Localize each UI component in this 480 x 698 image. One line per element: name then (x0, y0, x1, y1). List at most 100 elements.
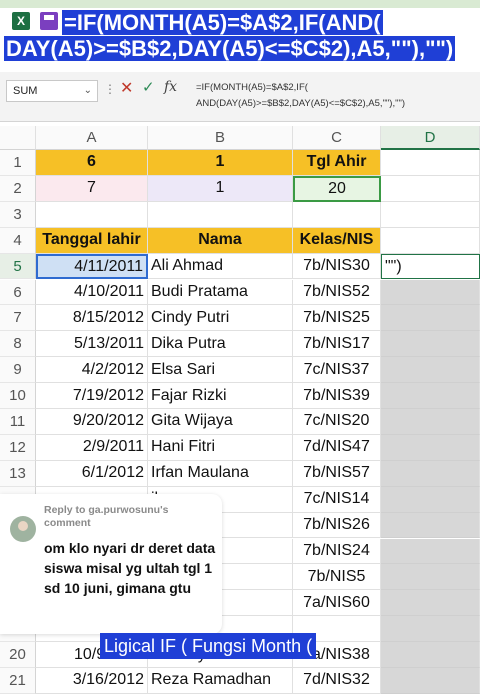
row-header[interactable]: 3 (0, 201, 36, 228)
result-cell[interactable] (381, 383, 480, 409)
more-icon[interactable]: ⋮ (104, 82, 116, 96)
birthdate-cell[interactable]: 2/9/2011 (36, 434, 148, 461)
result-cell[interactable] (381, 590, 480, 617)
name-cell[interactable]: Fajar Rizki (148, 383, 293, 409)
birthdate-cell[interactable]: 4/11/2011 (36, 253, 148, 280)
class-cell[interactable]: 7b/NIS52 (293, 279, 381, 306)
birthdate-cell[interactable]: 8/15/2012 (36, 305, 148, 332)
row-header[interactable]: 1 (0, 150, 36, 176)
name-cell[interactable]: Reza Ramadhan (148, 668, 293, 694)
cell[interactable] (381, 227, 480, 254)
table-header-class[interactable]: Kelas/NIS (293, 227, 381, 254)
result-cell[interactable] (381, 331, 480, 358)
row-header[interactable]: 12 (0, 434, 36, 461)
birthdate-cell[interactable]: 4/10/2011 (36, 279, 148, 306)
class-cell[interactable]: 7b/NIS30 (293, 253, 381, 280)
class-cell[interactable]: 7b/NIS25 (293, 305, 381, 332)
name-cell[interactable]: Irfan Maulana (148, 460, 293, 487)
column-header-b[interactable]: B (148, 126, 293, 150)
row-header[interactable]: 21 (0, 668, 36, 694)
formula-edit-cell[interactable]: "") (381, 253, 480, 280)
row-header[interactable]: 7 (0, 305, 36, 332)
name-cell[interactable]: Budi Pratama (148, 279, 293, 306)
table-header-name[interactable]: Nama (148, 227, 293, 254)
column-header-a[interactable]: A (36, 126, 148, 150)
video-caption: Ligical IF ( Fungsi Month ( (100, 633, 317, 659)
result-cell[interactable] (381, 642, 480, 668)
criteria-day-end-label[interactable]: Tgl Ahir (293, 150, 381, 176)
cell[interactable] (381, 175, 480, 202)
formula-input[interactable]: =IF(MONTH(A5)=$A$2,IF( AND(DAY(A5)>=$B$2… (196, 80, 476, 112)
result-cell[interactable] (381, 305, 480, 332)
formula-title: =IF(MONTH(A5)=$A$2,IF(AND( DAY(A5)>=$B$2… (4, 10, 456, 61)
criteria-day-start-label[interactable]: 1 (148, 150, 293, 176)
result-cell[interactable] (381, 279, 480, 306)
cell[interactable] (293, 201, 381, 228)
result-cell[interactable] (381, 486, 480, 513)
row-header[interactable]: 10 (0, 383, 36, 409)
result-cell[interactable] (381, 460, 480, 487)
class-cell[interactable]: 7b/NIS24 (293, 538, 381, 565)
chevron-down-icon[interactable]: ⌄ (84, 85, 92, 96)
birthdate-cell[interactable]: 3/16/2012 (36, 668, 148, 694)
cell[interactable] (36, 201, 148, 228)
select-all-corner[interactable] (0, 126, 36, 150)
row-header[interactable]: 4 (0, 227, 36, 254)
enter-icon[interactable]: ✓ (142, 78, 155, 96)
class-cell[interactable]: 7b/NIS57 (293, 460, 381, 487)
name-box[interactable]: SUM ⌄ (6, 80, 98, 102)
class-cell[interactable]: 7a/NIS60 (293, 590, 381, 617)
class-cell[interactable]: 7d/NIS47 (293, 434, 381, 461)
save-icon[interactable] (40, 12, 58, 30)
result-cell[interactable] (381, 668, 480, 694)
banner-bar (0, 0, 480, 8)
cell[interactable] (381, 201, 480, 228)
birthdate-cell[interactable]: 5/13/2011 (36, 331, 148, 358)
name-cell[interactable]: Hani Fitri (148, 434, 293, 461)
result-cell[interactable] (381, 616, 480, 643)
row-header[interactable]: 20 (0, 642, 36, 668)
criteria-day-start-value[interactable]: 1 (148, 175, 293, 202)
name-cell[interactable]: Gita Wijaya (148, 409, 293, 435)
class-cell[interactable]: 7c/NIS14 (293, 486, 381, 513)
birthdate-cell[interactable]: 9/20/2012 (36, 409, 148, 435)
result-cell[interactable] (381, 564, 480, 591)
video-title-banner: =IF(MONTH(A5)=$A$2,IF(AND( DAY(A5)>=$B$2… (0, 0, 480, 72)
cell[interactable] (148, 201, 293, 228)
cell[interactable] (381, 150, 480, 176)
row-header[interactable]: 8 (0, 331, 36, 358)
column-header-c[interactable]: C (293, 126, 381, 150)
criteria-month-value[interactable]: 7 (36, 175, 148, 202)
result-cell[interactable] (381, 512, 480, 539)
row-header[interactable]: 6 (0, 279, 36, 306)
row-header[interactable]: 13 (0, 460, 36, 487)
row-header[interactable]: 9 (0, 357, 36, 384)
result-cell[interactable] (381, 434, 480, 461)
birthdate-cell[interactable]: 7/19/2012 (36, 383, 148, 409)
table-header-birthdate[interactable]: Tanggal lahir (36, 227, 148, 254)
birthdate-cell[interactable]: 6/1/2012 (36, 460, 148, 487)
class-cell[interactable]: 7b/NIS26 (293, 512, 381, 539)
row-header[interactable]: 5 (0, 253, 36, 280)
class-cell[interactable]: 7c/NIS37 (293, 357, 381, 384)
criteria-day-end-value[interactable]: 20 (293, 175, 381, 202)
class-cell[interactable]: 7b/NIS17 (293, 331, 381, 358)
class-cell[interactable]: 7b/NIS39 (293, 383, 381, 409)
insert-function-icon[interactable]: fx (164, 79, 177, 95)
criteria-month-label[interactable]: 6 (36, 150, 148, 176)
name-cell[interactable]: Cindy Putri (148, 305, 293, 332)
cancel-icon[interactable]: ✕ (120, 78, 133, 98)
row-header[interactable]: 11 (0, 409, 36, 435)
name-cell[interactable]: Dika Putra (148, 331, 293, 358)
class-cell[interactable]: 7c/NIS20 (293, 409, 381, 435)
class-cell[interactable]: 7b/NIS5 (293, 564, 381, 591)
birthdate-cell[interactable]: 4/2/2012 (36, 357, 148, 384)
name-cell[interactable]: Ali Ahmad (148, 253, 293, 280)
name-cell[interactable]: Elsa Sari (148, 357, 293, 384)
column-header-d[interactable]: D (381, 126, 480, 150)
result-cell[interactable] (381, 357, 480, 384)
row-header[interactable]: 2 (0, 175, 36, 202)
class-cell[interactable]: 7d/NIS32 (293, 668, 381, 694)
result-cell[interactable] (381, 409, 480, 435)
result-cell[interactable] (381, 538, 480, 565)
